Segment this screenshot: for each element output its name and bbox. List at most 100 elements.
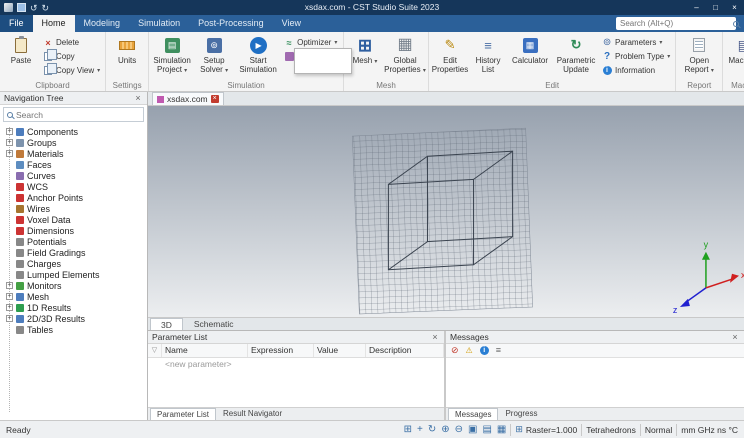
units-field[interactable]: mm GHz ns °C [681,425,738,435]
raster-field[interactable]: ⊞ Raster=1.000 [515,424,577,435]
expander-plus-icon[interactable]: + [6,293,13,300]
tree-item-charges[interactable]: Charges [4,258,147,269]
tree-item-curves[interactable]: Curves [4,170,147,181]
filter-icon[interactable]: ▽ [148,344,162,357]
column-expression[interactable]: Expression [248,344,314,357]
tab-parameter-list[interactable]: Parameter List [150,408,217,420]
tree-item-components[interactable]: + Components [4,126,147,137]
parametric-update-button[interactable]: ↻ Parametric Update [553,34,599,74]
zoom-in-icon[interactable]: ⊕ [441,424,449,435]
viewport-canvas[interactable]: y x z [148,106,744,317]
info-filter-icon[interactable]: i [479,346,489,355]
tree-item-monitors[interactable]: + Monitors [4,280,147,291]
setup-solver-button[interactable]: ⊚ Setup Solver ▾ [193,34,235,75]
clipboard-tool-icon[interactable]: ▦ [497,424,506,435]
new-parameter-row[interactable]: <new parameter> [148,358,444,370]
copy-view-button[interactable]: Copy View ▾ [40,63,103,77]
zoom-out-icon[interactable]: ⊖ [455,424,463,435]
tree-item-tables[interactable]: Tables [4,324,147,335]
warnings-filter-icon[interactable]: ⚠ [466,344,473,357]
plane-view-icon[interactable]: ▤ [482,424,491,435]
tree-item-1d-results[interactable]: +1D Results [4,302,147,313]
tab-result-navigator[interactable]: Result Navigator [217,408,288,420]
copy-button[interactable]: Copy [40,49,103,63]
tree-item-label: Voxel Data [27,214,71,225]
tree-search-input[interactable] [16,109,140,120]
expander-plus-icon[interactable]: + [6,315,13,322]
maximize-button[interactable]: □ [706,0,725,15]
column-name[interactable]: Name [162,344,248,357]
undo-icon[interactable]: ↺ [30,3,38,13]
edit-properties-button[interactable]: ✎ Edit Properties [431,34,469,74]
close-icon[interactable]: × [133,93,143,103]
information-button[interactable]: i Information [599,64,673,77]
mesh-type-field[interactable]: Tetrahedrons [586,425,636,435]
tree-item-lumped-elements[interactable]: Lumped Elements [4,269,147,280]
tree-item-anchor-points[interactable]: Anchor Points [4,192,147,203]
expander-plus-icon[interactable]: + [6,139,13,146]
calculator-button[interactable]: ▦ Calculator [507,34,553,65]
ribbon-tab-post-processing[interactable]: Post-Processing [189,15,273,32]
rotate-icon[interactable]: ↻ [428,424,436,435]
units-button[interactable]: Units [108,34,146,65]
expander-plus-icon[interactable]: + [6,150,13,157]
group-label-settings: Settings [112,81,142,90]
pan-icon[interactable]: + [417,424,423,435]
tree-item-wcs[interactable]: WCS [4,181,147,192]
snap-grid-icon[interactable]: ⊞ [404,424,412,435]
parameters-button[interactable]: ⊚ Parameters ▾ [599,36,673,49]
start-simulation-icon: ▶ [249,36,267,54]
ribbon-tab-home[interactable]: Home [32,15,75,32]
redo-icon[interactable]: ↻ [42,3,50,13]
tree-search-box[interactable] [3,107,144,122]
history-list-button[interactable]: ≡ History List [469,34,507,75]
tree-item-field-gradings[interactable]: Field Gradings [4,247,147,258]
3d-viewport[interactable]: y x z [148,106,744,317]
ribbon-tab-modeling[interactable]: Modeling [75,15,130,32]
global-properties-button[interactable]: ▦ Global Properties ▾ [384,34,426,75]
view-mode-field[interactable]: Normal [645,425,672,435]
expander-plus-icon[interactable]: + [6,304,13,311]
ribbon-search-box[interactable] [616,17,739,30]
minimize-button[interactable]: – [687,0,706,15]
close-tab-icon[interactable]: × [210,95,219,103]
tree-item-mesh[interactable]: + Mesh [4,291,147,302]
message-options-icon[interactable]: ≡ [496,344,501,357]
column-value[interactable]: Value [314,344,366,357]
document-tab[interactable]: xsdax.com × [152,92,224,105]
tab-schematic[interactable]: Schematic [184,318,244,330]
tree-item-potentials[interactable]: Potentials [4,236,147,247]
tab-messages[interactable]: Messages [448,408,499,420]
search-input[interactable] [620,19,730,28]
tab-3d[interactable]: 3D [150,318,183,330]
tab-progress[interactable]: Progress [499,408,543,420]
column-description[interactable]: Description [366,344,444,357]
paste-button[interactable]: Paste [2,34,40,65]
macros-button[interactable]: ▤ Macros ▾ [725,34,744,66]
expander-plus-icon[interactable]: + [6,128,13,135]
ribbon-tab-simulation[interactable]: Simulation [129,15,189,32]
clear-messages-icon[interactable]: ⊘ [451,344,459,357]
start-simulation-button[interactable]: ▶ Start Simulation [235,34,281,74]
close-icon[interactable]: × [730,332,740,342]
tree-item-voxel-data[interactable]: Voxel Data [4,214,147,225]
tree-item-dimensions[interactable]: Dimensions [4,225,147,236]
open-report-button[interactable]: Open Report ▾ [678,34,720,75]
tree-item-groups[interactable]: + Groups [4,137,147,148]
fit-view-icon[interactable]: ▣ [468,424,477,435]
close-icon[interactable]: × [430,332,440,342]
app-logo-icon[interactable] [4,3,13,12]
expander-plus-icon[interactable]: + [6,282,13,289]
ribbon-tab-view[interactable]: View [273,15,310,32]
tree-item-wires[interactable]: Wires [4,203,147,214]
chevron-down-icon: ▾ [710,68,714,75]
ribbon-tab-file[interactable]: File [0,15,33,32]
close-button[interactable]: × [725,0,744,15]
tree-item-faces[interactable]: Faces [4,159,147,170]
delete-button[interactable]: × Delete [40,36,103,49]
simulation-project-button[interactable]: ▤ Simulation Project ▾ [151,34,193,75]
save-icon[interactable] [17,3,26,12]
tree-item-2d-3d-results[interactable]: +2D/3D Results [4,313,147,324]
problem-type-button[interactable]: ? Problem Type ▾ [599,50,673,63]
tree-item-materials[interactable]: + Materials [4,148,147,159]
